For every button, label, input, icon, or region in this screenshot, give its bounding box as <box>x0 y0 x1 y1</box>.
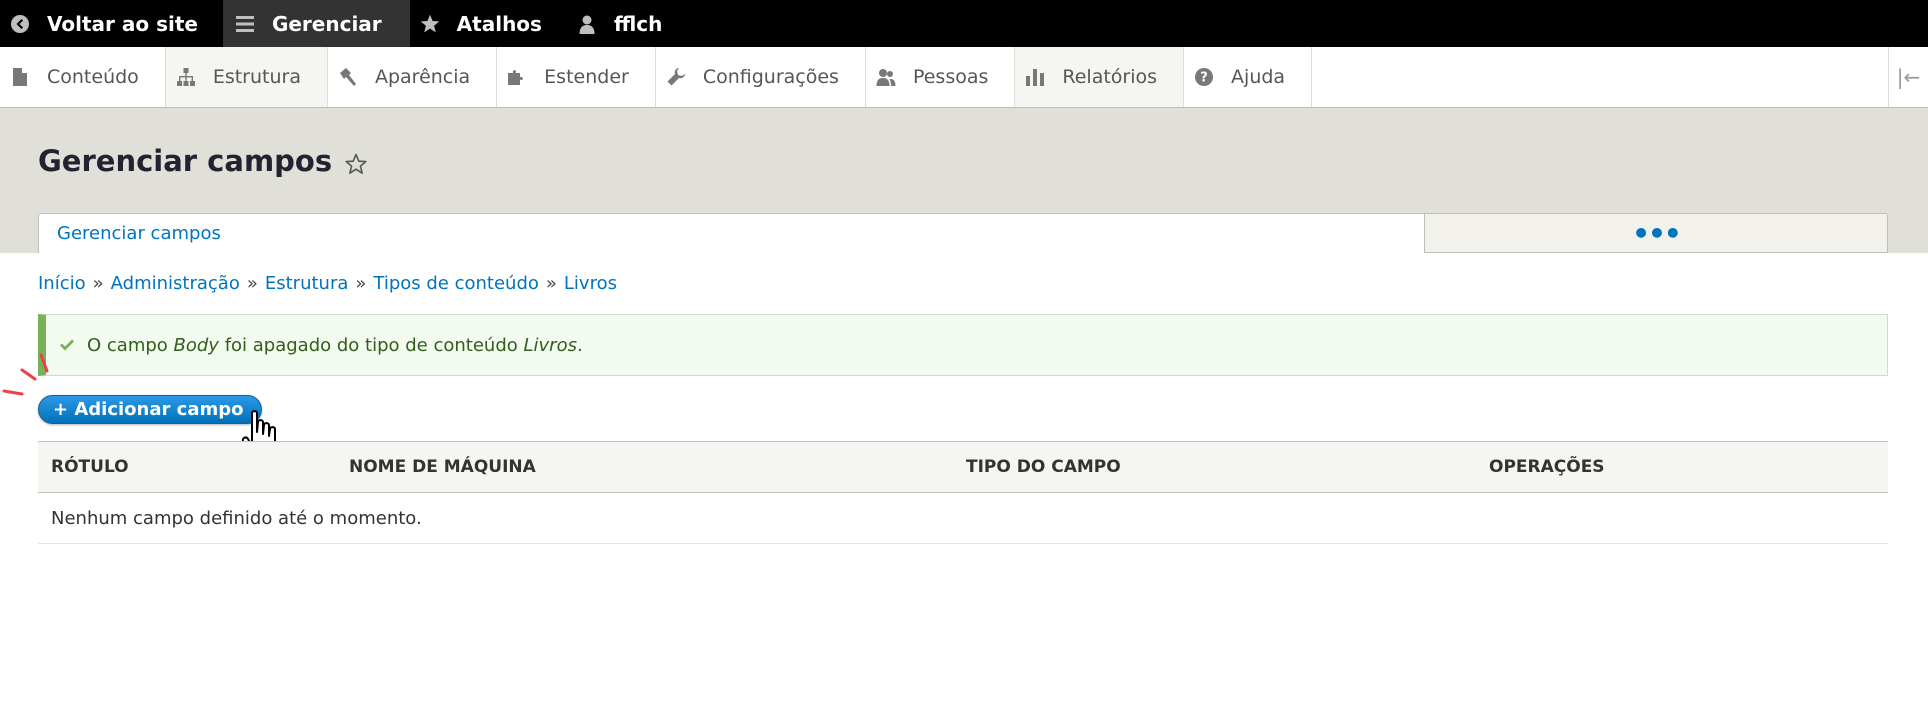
breadcrumb-books[interactable]: Livros <box>564 273 617 294</box>
breadcrumb-administration[interactable]: Administração <box>111 273 240 294</box>
table-row: Nenhum campo definido até o momento. <box>38 492 1888 544</box>
tray-item-label: Conteúdo <box>47 66 139 88</box>
admin-menu-tray: Conteúdo Estrutura Aparência Estender Co… <box>0 47 1928 108</box>
status-message: O campo Body foi apagado do tipo de cont… <box>38 314 1888 376</box>
file-icon <box>10 67 30 87</box>
user-icon <box>577 14 597 34</box>
tray-collapse-button[interactable]: |← <box>1888 47 1928 107</box>
page-title: Gerenciar campos <box>38 144 368 178</box>
page-title-text: Gerenciar campos <box>38 144 333 178</box>
tray-item-people[interactable]: Pessoas <box>866 47 1016 107</box>
admin-toolbar: Voltar ao site Gerenciar Atalhos fflch <box>0 0 1928 47</box>
breadcrumb-separator: » <box>545 273 557 294</box>
status-text: O campo Body foi apagado do tipo de cont… <box>87 335 583 356</box>
page-header: Gerenciar campos Gerenciar campos ••• <box>0 108 1928 253</box>
tab-manage-fields[interactable]: Gerenciar campos <box>38 213 1425 253</box>
tray-item-help[interactable]: ? Ajuda <box>1184 47 1313 107</box>
column-header-label: Rótulo <box>38 441 336 493</box>
breadcrumb-structure[interactable]: Estrutura <box>265 273 349 294</box>
tray-item-reports[interactable]: Relatórios <box>1015 47 1185 107</box>
svg-text:?: ? <box>1200 71 1208 86</box>
toolbar-manage[interactable]: Gerenciar <box>222 0 410 47</box>
breadcrumb-content-types[interactable]: Tipos de conteúdo <box>373 273 539 294</box>
shortcut-star-icon[interactable] <box>344 149 368 174</box>
sitemap-icon <box>176 67 196 87</box>
empty-table-message: Nenhum campo definido até o momento. <box>38 492 1888 544</box>
breadcrumb-separator: » <box>246 273 258 294</box>
tray-item-configuration[interactable]: Configurações <box>656 47 866 107</box>
people-icon <box>876 67 896 87</box>
status-content-type: Livros <box>523 334 577 356</box>
toolbar-user[interactable]: fflch <box>567 0 687 47</box>
help-icon: ? <box>1194 67 1214 87</box>
tray-item-appearance[interactable]: Aparência <box>328 47 498 107</box>
status-prefix: O campo <box>87 334 174 356</box>
breadcrumb-separator: » <box>355 273 367 294</box>
status-suffix: . <box>576 334 583 356</box>
tray-item-label: Relatórios <box>1062 66 1158 88</box>
tray-item-label: Aparência <box>374 66 471 88</box>
collapse-icon: |← <box>1896 65 1921 89</box>
toolbar-shortcuts[interactable]: Atalhos <box>410 0 567 47</box>
tabs-more-button[interactable]: ••• <box>1425 213 1888 253</box>
breadcrumb-home[interactable]: Início <box>38 273 86 294</box>
toolbar-item-label: Voltar ao site <box>47 11 198 36</box>
breadcrumb: Início » Administração » Estrutura » Tip… <box>38 273 617 294</box>
bar-chart-icon <box>1025 67 1045 87</box>
toolbar-item-label: fflch <box>613 11 663 36</box>
paintbrush-icon <box>338 67 358 87</box>
tray-item-extend[interactable]: Estender <box>497 47 656 107</box>
tray-item-label: Estender <box>544 66 629 88</box>
hamburger-menu-icon <box>235 14 255 34</box>
chevron-left-circle-icon <box>10 14 30 34</box>
tray-item-label: Estrutura <box>212 66 301 88</box>
tray-item-content[interactable]: Conteúdo <box>0 47 166 107</box>
column-header-operations: Operações <box>1476 441 1888 493</box>
star-icon <box>420 14 440 34</box>
tray-item-structure[interactable]: Estrutura <box>165 47 328 107</box>
primary-tabs: Gerenciar campos ••• <box>38 213 1888 253</box>
toolbar-back-to-site[interactable]: Voltar ao site <box>0 0 223 47</box>
status-middle: foi apagado do tipo de conteúdo <box>218 334 524 356</box>
puzzle-icon <box>507 67 527 87</box>
fields-table: Rótulo Nome de máquina Tipo do campo Ope… <box>38 441 1888 544</box>
tray-item-label: Ajuda <box>1231 66 1286 88</box>
table-header-row: Rótulo Nome de máquina Tipo do campo Ope… <box>38 441 1888 493</box>
toolbar-item-label: Atalhos <box>456 11 542 36</box>
checkmark-icon <box>58 336 76 354</box>
wrench-icon <box>666 67 686 87</box>
breadcrumb-separator: » <box>92 273 104 294</box>
toolbar-item-label: Gerenciar <box>271 11 382 36</box>
column-header-machine-name: Nome de máquina <box>336 441 953 493</box>
add-field-button[interactable]: + Adicionar campo <box>38 395 262 424</box>
column-header-field-type: Tipo do campo <box>953 441 1476 493</box>
status-field-name: Body <box>173 334 219 356</box>
tray-item-label: Configurações <box>702 66 839 88</box>
tray-item-label: Pessoas <box>912 66 989 88</box>
